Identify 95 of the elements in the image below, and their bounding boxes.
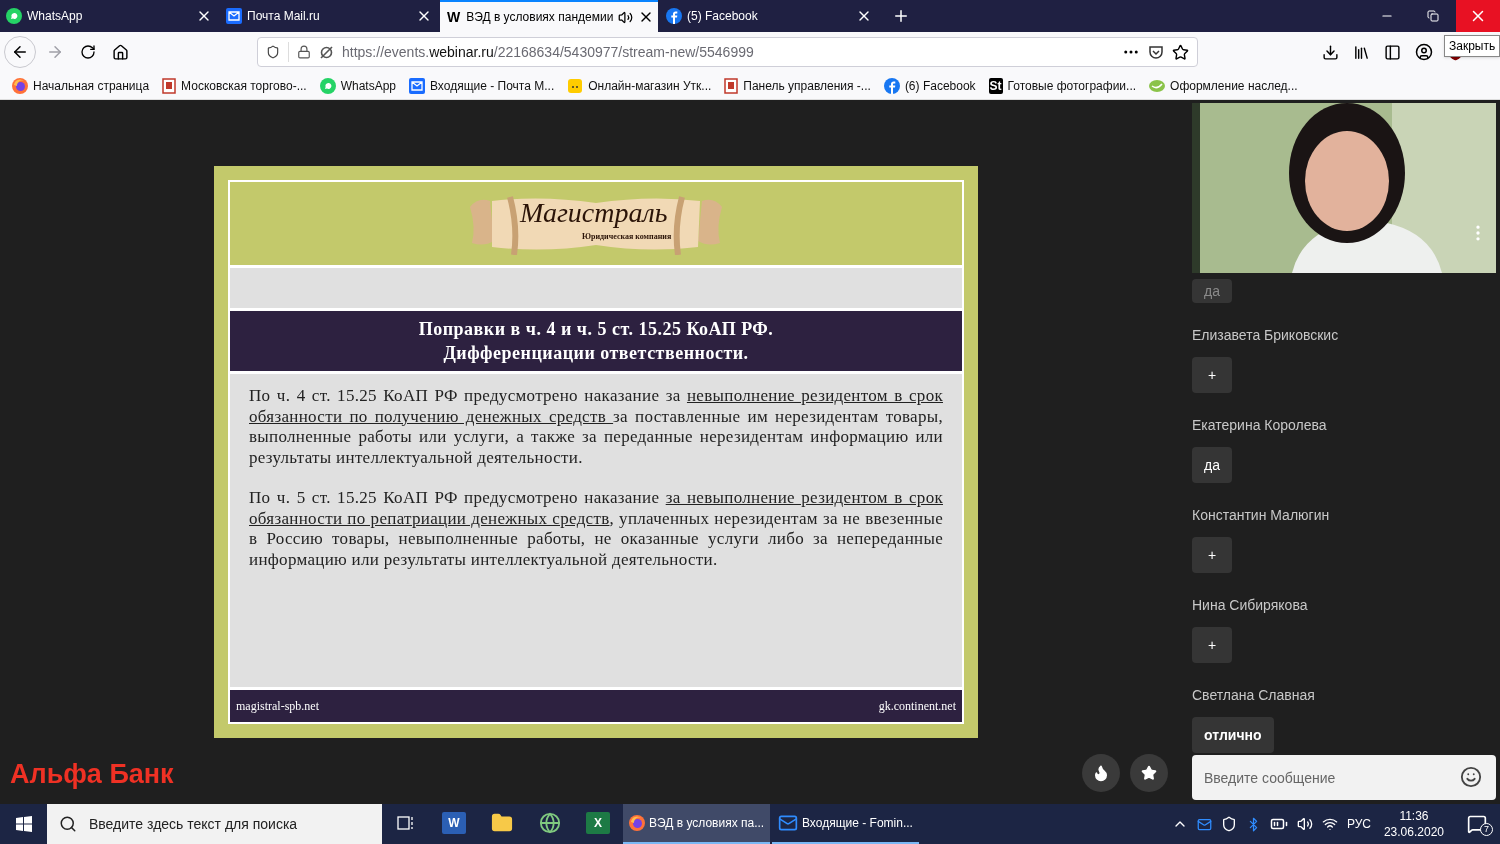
whatsapp-icon: [319, 77, 336, 94]
slide-paragraph: По ч. 4 ст. 15.25 КоАП РФ предусмотрено наказание за невыполнение резидентом в срок обязанности по получению денежных средств за поставленные им нерезидентам товары, выполненные работы или услуги, а также за переданные нерезидентам информацию или результаты интеллектуальной деятельности.: [249, 386, 943, 468]
bookmark-star-icon[interactable]: [1172, 43, 1189, 61]
facebook-icon: [666, 8, 682, 24]
tab-title: Почта Mail.ru: [247, 8, 321, 25]
folder-icon: [491, 812, 513, 834]
search-icon: [59, 815, 77, 833]
home-icon[interactable]: [112, 43, 129, 61]
account-icon[interactable]: [1415, 43, 1433, 61]
chat-message: отлично: [1192, 717, 1274, 753]
tooltip: Закрыть: [1444, 35, 1500, 57]
slide-title: Поправки в ч. 4 и ч. 5 ст. 15.25 КоАП РФ.: [418, 318, 774, 341]
address-field[interactable]: https://events.webinar.ru/22168634/5430977/stream-new/5546999: [257, 37, 1198, 67]
leaf-icon: [1149, 77, 1166, 94]
restore-icon[interactable]: [1427, 10, 1439, 22]
chat-author: Светлана Славная: [1192, 686, 1315, 705]
download-icon[interactable]: [1322, 43, 1339, 61]
site-icon: St: [988, 77, 1003, 94]
language-indicator[interactable]: РУС: [1346, 815, 1371, 833]
site-icon: W: [446, 10, 462, 24]
shield-icon[interactable]: [1220, 816, 1237, 832]
emoji-icon[interactable]: [1460, 766, 1482, 788]
word-icon: W: [442, 812, 466, 834]
whatsapp-icon: [6, 8, 22, 24]
notification-count: 7: [1480, 823, 1493, 836]
shield-icon[interactable]: [266, 45, 280, 59]
logo-title: Магистраль: [520, 198, 668, 227]
chat-message: да: [1192, 447, 1232, 483]
browser-tab[interactable]: Почта Mail.ru: [220, 0, 438, 32]
new-tab-icon[interactable]: [892, 7, 910, 25]
browser-tab[interactable]: WhatsApp: [0, 0, 218, 32]
flame-icon: [1092, 764, 1110, 782]
fire-button[interactable]: [1082, 754, 1120, 792]
volume-icon[interactable]: [1296, 816, 1313, 832]
task-view-icon: [397, 815, 415, 831]
firefox-icon: [629, 815, 645, 831]
bookmark[interactable]: Входящие - Почта М...: [409, 76, 555, 95]
star-icon: [1141, 765, 1157, 781]
document-icon: [162, 77, 177, 94]
bookmark[interactable]: Панель управления -...: [724, 76, 871, 95]
tab-title: WhatsApp: [27, 8, 84, 25]
sidebar-icon[interactable]: [1384, 43, 1401, 61]
excel-icon: X: [586, 812, 610, 834]
slide-paragraph: По ч. 5 ст. 15.25 КоАП РФ предусмотрено наказание за невыполнение резидентом в срок обязанности по репатриации денежных средств, уплаченных нерезидентам за не ввезенные в Россию товары, невыполненные работы, не оказанные услуги либо за непереданные информацию или результаты интеллектуальной деятельности.: [249, 488, 943, 570]
bookmark[interactable]: Московская торгово-...: [162, 76, 307, 95]
bookmark[interactable]: Оформление наслед...: [1149, 76, 1298, 95]
slide-title: Дифференциации ответственности.: [443, 342, 749, 365]
bookmark[interactable]: (6) Facebook: [883, 76, 976, 95]
bookmark[interactable]: WhatsApp: [319, 76, 396, 95]
browser-tab[interactable]: W ВЭД в условиях пандемии: [440, 0, 658, 32]
url-text: https://events.webinar.ru/22168634/5430977/stream-new/5546999: [342, 42, 755, 62]
app-title: Входящие - Fomin...: [802, 815, 913, 832]
taskbar-app[interactable]: ВЭД в условиях па...: [623, 804, 770, 844]
time: 11:36: [1399, 808, 1429, 824]
message-input-field[interactable]: Введите сообщение: [1192, 755, 1496, 800]
taskbar-search-field[interactable]: Введите здесь текст для поиска: [47, 804, 382, 844]
facebook-icon: [883, 77, 900, 94]
taskbar-app[interactable]: X: [574, 804, 622, 844]
crossed-icon[interactable]: [319, 44, 334, 60]
lock-icon[interactable]: [297, 45, 311, 59]
chat-message: +: [1192, 537, 1232, 573]
app-title: ВЭД в условиях па...: [649, 815, 765, 832]
chat-message: да: [1192, 279, 1232, 303]
notifications-icon[interactable]: [1467, 814, 1487, 834]
taskbar-app[interactable]: W: [430, 804, 478, 844]
envelope-icon: [226, 8, 242, 24]
pocket-icon[interactable]: [1148, 44, 1164, 60]
star-button[interactable]: [1130, 754, 1168, 792]
reload-icon[interactable]: [80, 44, 96, 60]
browser-tab[interactable]: (5) Facebook: [660, 0, 878, 32]
tab-title: ВЭД в условиях пандемии: [466, 9, 614, 26]
date: 23.06.2020: [1383, 824, 1444, 840]
chat-message: +: [1192, 357, 1232, 393]
windows-icon[interactable]: [15, 816, 32, 832]
firefox-icon: [12, 77, 28, 94]
brand-logo: Альфа Банк: [10, 761, 174, 788]
document-icon: [724, 77, 739, 94]
bookmark[interactable]: Начальная страница: [12, 76, 150, 95]
tab-title: (5) Facebook: [687, 8, 759, 25]
envelope-icon: [409, 77, 425, 94]
globe-icon: [539, 812, 561, 834]
taskbar-app[interactable]: Входящие - Fomin...: [772, 804, 919, 844]
smiley-icon: [567, 77, 584, 94]
chat-author: Екатерина Королева: [1192, 416, 1327, 435]
wifi-icon[interactable]: [1321, 816, 1338, 832]
chat-author: Елизавета Бриковскис: [1192, 326, 1339, 345]
bookmark[interactable]: Онлайн-магазин Утк...: [567, 76, 712, 95]
logo-subtitle: Юридическая компания: [582, 232, 672, 241]
library-icon[interactable]: [1353, 43, 1370, 61]
chat-author: Константин Малюгин: [1192, 506, 1330, 525]
clock[interactable]: 11:36 23.06.2020: [1379, 808, 1448, 840]
bookmark[interactable]: St Готовые фотографии...: [988, 76, 1137, 95]
chat-message: +: [1192, 627, 1232, 663]
speaker-icon[interactable]: [618, 9, 634, 25]
chat-author: Нина Сибирякова: [1192, 596, 1308, 615]
